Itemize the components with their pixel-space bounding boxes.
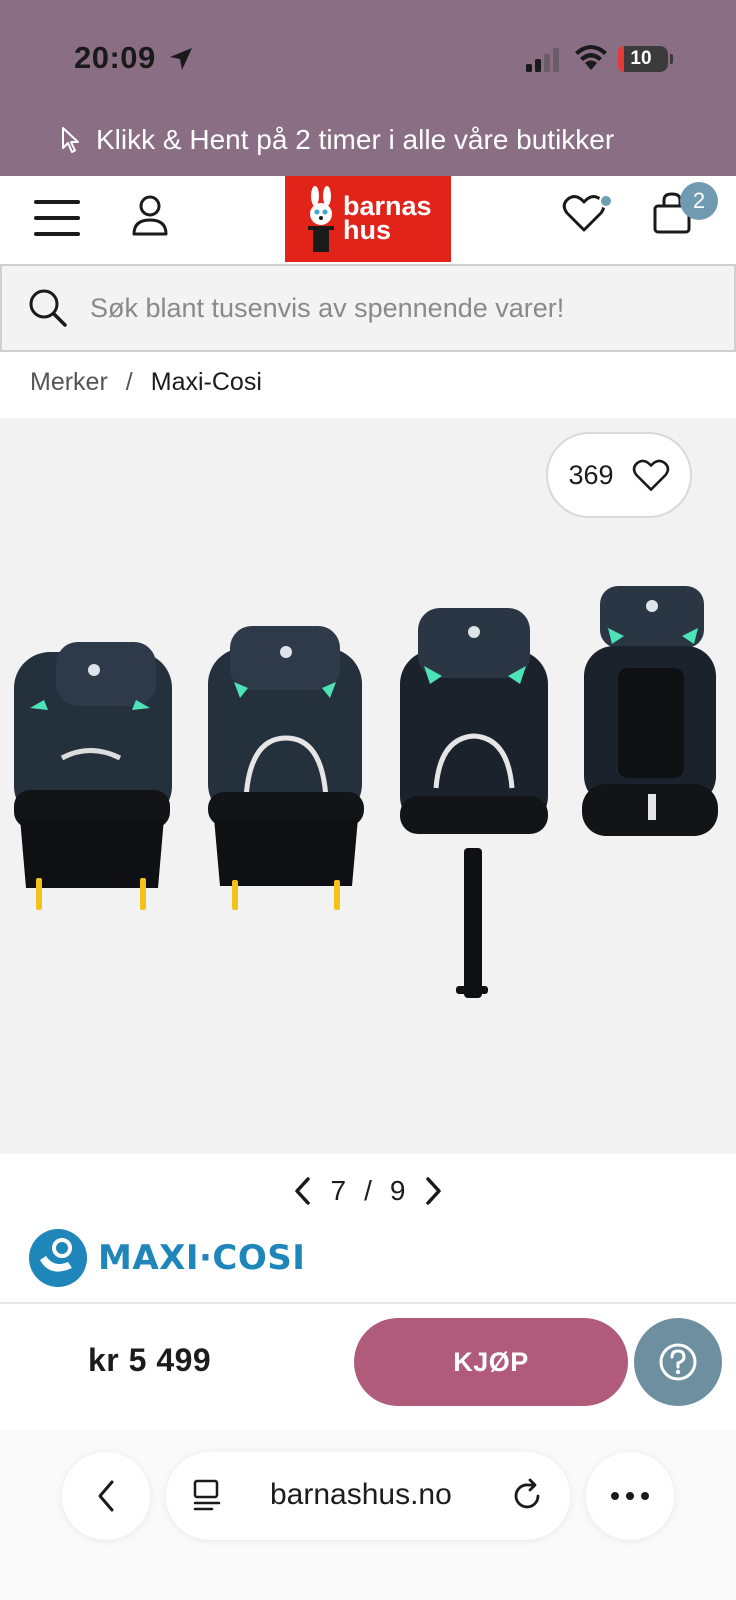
brand-logo[interactable]: MAXI·COSI [28,1228,305,1288]
chevron-left-icon [98,1480,114,1512]
promo-banner[interactable]: Klikk & Hent på 2 timer i alle våre buti… [60,124,614,156]
pager-total: 9 [389,1175,406,1206]
browser-more-button[interactable] [586,1452,674,1540]
barnashus-logo[interactable]: barnas hus [285,176,451,262]
battery-indicator: 10 [618,46,668,72]
heart-icon [632,459,669,491]
chevron-left-icon[interactable] [293,1176,313,1206]
search-bar[interactable] [0,264,736,352]
chevron-right-icon[interactable] [423,1176,443,1206]
status-time: 20:09 [74,40,156,75]
battery-level: 10 [630,48,652,69]
car-seat-image-2 [208,626,364,910]
pager-current: 7 [330,1175,347,1206]
location-arrow-icon [170,48,192,70]
reload-icon[interactable] [512,1478,544,1512]
reader-icon[interactable] [192,1478,222,1512]
user-icon[interactable] [130,194,170,238]
browser-address-bar[interactable]: barnashus.no [166,1452,570,1540]
favorite-count: 369 [568,459,614,490]
breadcrumb-brands-link[interactable]: Merker [30,368,108,397]
question-icon [659,1343,697,1381]
help-button[interactable] [634,1318,722,1406]
gallery-pager: 7 / 9 [0,1168,736,1214]
browser-back-button[interactable] [62,1452,150,1540]
wifi-icon [575,45,607,70]
car-seat-image-1 [14,642,172,910]
car-seat-image-4 [582,586,718,836]
breadcrumb-current: Maxi-Cosi [150,368,262,396]
cursor-icon [62,127,79,153]
top-banner: 20:09 10 Klikk & Hent på 2 timer i alle … [0,0,736,176]
search-icon [29,289,67,327]
more-icon [611,1492,649,1500]
product-image-gallery[interactable]: 369 [0,418,736,1154]
pager-separator: / [364,1175,372,1206]
favorite-button[interactable]: 369 [546,432,692,518]
promo-text: Klikk & Hent på 2 timer i alle våre buti… [96,124,615,155]
product-price: kr 5 499 [88,1342,212,1378]
signal-icon [526,48,559,72]
car-seat-product-image [14,586,718,998]
breadcrumb-separator: / [125,368,133,396]
breadcrumb: Merker / Maxi-Cosi [30,368,262,397]
logo-text-line2: hus [343,215,392,245]
buy-button[interactable]: KJØP [354,1318,628,1406]
car-seat-image-3 [400,608,548,998]
site-header: barnas hus [0,176,736,262]
bunny-hat-logo-icon [308,186,334,252]
search-input[interactable] [90,290,710,326]
browser-domain: barnashus.no [270,1478,452,1511]
divider [0,1302,736,1304]
brand-name: MAXI·COSI [98,1238,306,1278]
maxi-cosi-logo-icon [29,1229,87,1287]
menu-button[interactable] [34,198,80,238]
wishlist-dot [599,194,613,208]
cart-count-badge: 2 [680,182,718,220]
browser-toolbar: barnashus.no [0,1430,736,1600]
